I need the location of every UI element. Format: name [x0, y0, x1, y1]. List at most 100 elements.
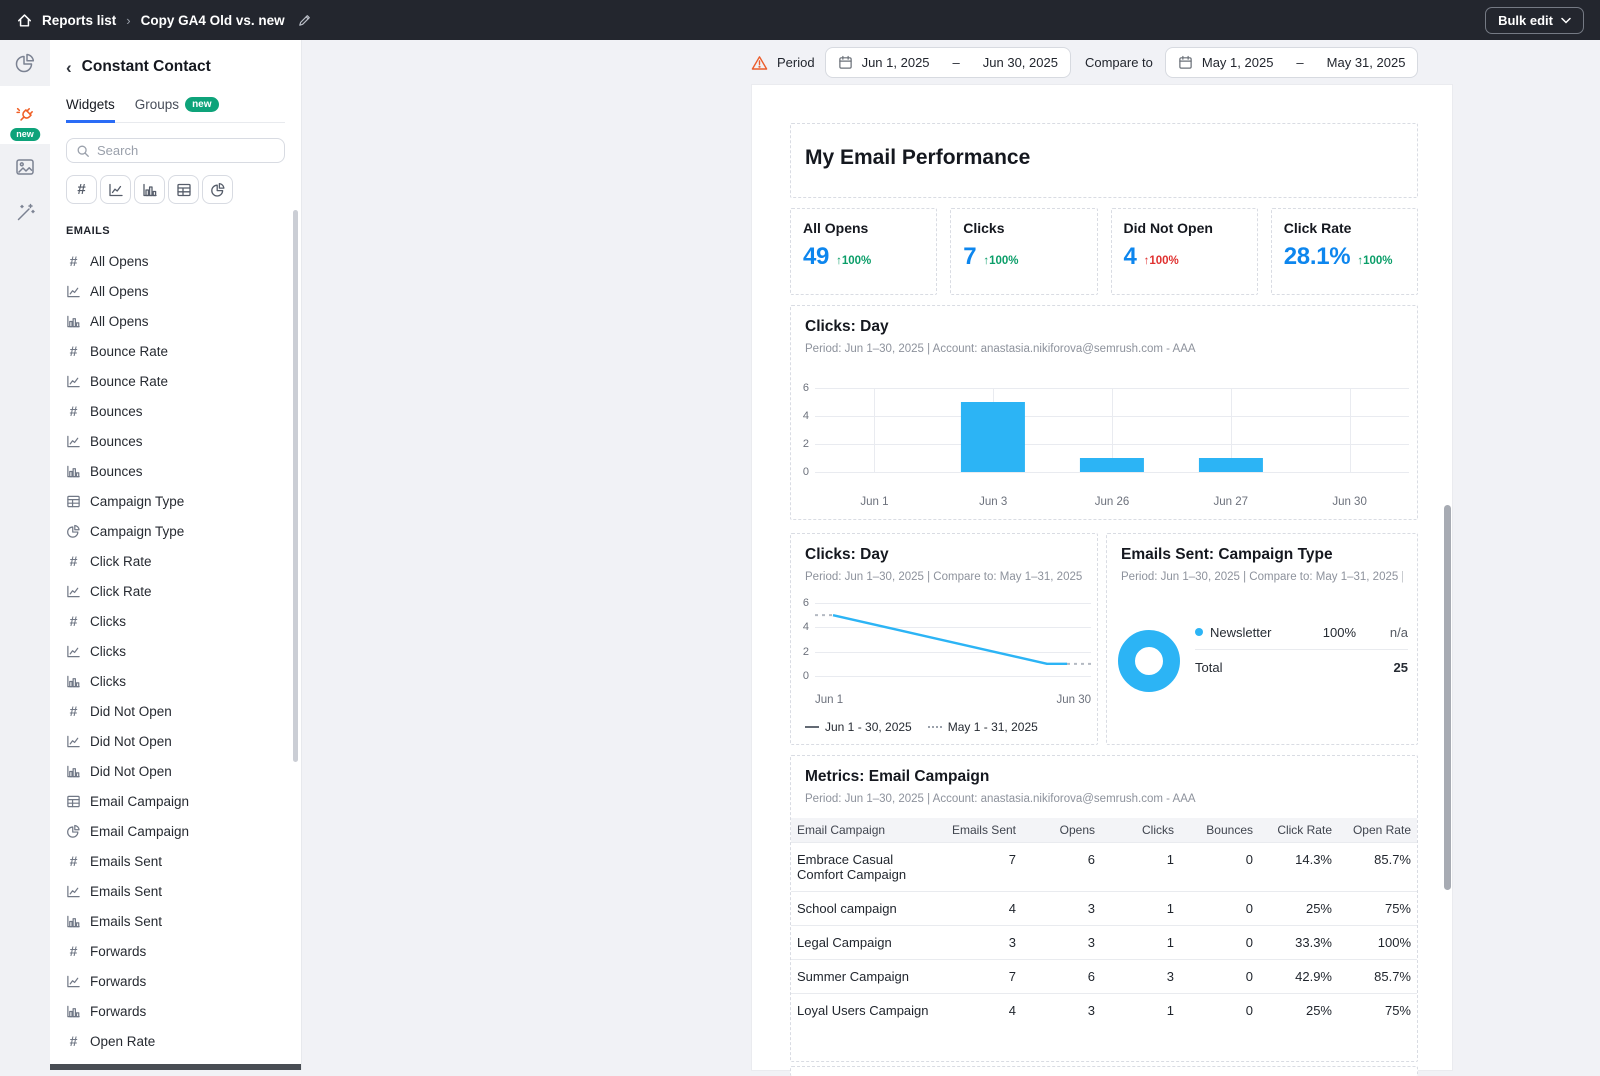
widget-item-label: Did Not Open — [90, 734, 172, 749]
rail-item-integrations[interactable]: new — [0, 86, 50, 144]
panel-vertical-scrollbar[interactable] — [293, 210, 298, 762]
donut-ring — [1118, 630, 1180, 692]
table-chart-icon — [66, 794, 81, 809]
table-cell: 33.3% — [1259, 926, 1338, 960]
widget-item[interactable]: #Bounce Rate — [66, 336, 291, 366]
widget-item[interactable]: #Forwards — [66, 936, 291, 966]
widget-title: Emails Sent: Campaign Type — [1121, 546, 1403, 564]
bar-chart-widget[interactable]: Clicks: Day Period: Jun 1–30, 2025 | Acc… — [790, 305, 1418, 520]
filter-table-chart-button[interactable] — [168, 175, 199, 204]
table-column-header[interactable]: Emails Sent — [943, 818, 1022, 843]
scorecard-widget[interactable]: Clicks7↑100% — [950, 208, 1097, 295]
widget-type-filters: # — [66, 175, 285, 204]
widget-item[interactable]: Email Campaign — [66, 816, 291, 846]
widget-item[interactable]: Campaign Type — [66, 516, 291, 546]
pie-chart-icon — [14, 52, 36, 74]
line-chart-widget[interactable]: Clicks: Day Period: Jun 1–30, 2025 | Com… — [790, 533, 1098, 745]
legend-item: Jun 1 - 30, 2025 — [805, 720, 912, 734]
widget-item[interactable]: #Did Not Open — [66, 696, 291, 726]
widget-item[interactable]: Bounce Rate — [66, 366, 291, 396]
calendar-icon — [1178, 55, 1193, 70]
widget-item[interactable]: Emails Sent — [66, 906, 291, 936]
rail-item-images[interactable] — [0, 144, 50, 190]
widget-item[interactable]: #Emails Sent — [66, 846, 291, 876]
canvas-vertical-scrollbar[interactable] — [1444, 505, 1451, 890]
widget-item[interactable]: #Open Rate — [66, 1026, 291, 1056]
tab-groups[interactable]: Groups new — [135, 88, 219, 123]
table-column-header[interactable]: Opens — [1022, 818, 1101, 843]
widget-item[interactable]: Clicks — [66, 666, 291, 696]
gridline — [815, 472, 1409, 473]
table-column-header[interactable]: Email Campaign — [791, 818, 943, 843]
widget-item-label: Open Rate — [90, 1034, 155, 1049]
scorecard-widget[interactable]: Did Not Open4↑100% — [1111, 208, 1258, 295]
period-from: Jun 1, 2025 — [862, 55, 930, 70]
filter-number-chart-button[interactable]: # — [66, 175, 97, 204]
report-title: My Email Performance — [805, 146, 1403, 170]
breadcrumb-reports-list[interactable]: Reports list — [42, 13, 116, 28]
widget-item[interactable]: #Click Rate — [66, 546, 291, 576]
search-input[interactable] — [97, 143, 275, 158]
widget-item[interactable]: Click Rate — [66, 576, 291, 606]
widget-item[interactable]: Did Not Open — [66, 756, 291, 786]
scorecard-widget[interactable]: All Opens49↑100% — [790, 208, 937, 295]
report-title-widget[interactable]: My Email Performance — [790, 123, 1418, 198]
table-cell: Embrace Casual Comfort Campaign — [791, 843, 943, 892]
scorecard-value: 4 — [1124, 243, 1137, 271]
compare-date-range[interactable]: May 1, 2025 – May 31, 2025 — [1165, 47, 1419, 78]
widget-item[interactable]: Forwards — [66, 966, 291, 996]
period-label: Period — [777, 55, 815, 70]
table-column-header[interactable]: Open Rate — [1338, 818, 1417, 843]
rail-item-widgets[interactable] — [0, 40, 50, 86]
table-column-header[interactable]: Clicks — [1101, 818, 1180, 843]
line-chart-icon — [66, 284, 81, 299]
home-icon[interactable] — [16, 12, 33, 29]
scorecard-label: Click Rate — [1284, 220, 1405, 236]
line-chart-plot: 0246 — [815, 603, 1091, 676]
widget-item[interactable]: All Opens — [66, 306, 291, 336]
widget-item[interactable]: #All Opens — [66, 246, 291, 276]
widget-item[interactable]: Bounces — [66, 456, 291, 486]
table-column-header[interactable]: Click Rate — [1259, 818, 1338, 843]
widget-item[interactable]: All Opens — [66, 276, 291, 306]
number-chart-icon: # — [66, 404, 81, 419]
table-cell: 0 — [1180, 926, 1259, 960]
widget-item-label: Bounce Rate — [90, 344, 168, 359]
rail-item-ai-tools[interactable] — [0, 190, 50, 236]
edit-title-icon[interactable] — [297, 13, 312, 28]
widget-item[interactable]: Clicks — [66, 636, 291, 666]
filter-line-chart-button[interactable] — [100, 175, 131, 204]
widget-item[interactable]: #Bounces — [66, 396, 291, 426]
widget-item[interactable]: Emails Sent — [66, 876, 291, 906]
widget-item[interactable]: #Clicks — [66, 606, 291, 636]
pie-chart-icon — [66, 824, 81, 839]
widget-item[interactable]: Forwards — [66, 996, 291, 1026]
scorecard-delta: ↑100% — [1357, 255, 1392, 267]
widget-search[interactable] — [66, 138, 285, 163]
tab-groups-label: Groups — [135, 97, 179, 112]
scorecard-widget[interactable]: Click Rate 28.1% ↑100% — [1271, 208, 1418, 295]
filter-bar-chart-button[interactable] — [134, 175, 165, 204]
legend-slice-pct: 100% — [1294, 625, 1356, 640]
number-chart-icon: # — [66, 704, 81, 719]
period-date-range[interactable]: Jun 1, 2025 – Jun 30, 2025 — [825, 47, 1071, 78]
bar-chart-plot: 0246 — [815, 388, 1409, 472]
tab-widgets[interactable]: Widgets — [66, 88, 115, 123]
next-widget-partial[interactable] — [790, 1066, 1418, 1076]
widget-item[interactable]: Campaign Type — [66, 486, 291, 516]
number-chart-icon: # — [66, 554, 81, 569]
widget-item[interactable]: Email Campaign — [66, 786, 291, 816]
back-icon[interactable]: ‹ — [66, 59, 72, 76]
widget-item[interactable]: Bounces — [66, 426, 291, 456]
bulk-edit-button[interactable]: Bulk edit — [1485, 7, 1584, 34]
donut-chart-widget[interactable]: Emails Sent: Campaign Type Period: Jun 1… — [1106, 533, 1418, 745]
number-chart-icon: # — [66, 614, 81, 629]
panel-horizontal-scrollbar[interactable] — [50, 1064, 301, 1070]
table-column-header[interactable]: Bounces — [1180, 818, 1259, 843]
table-widget[interactable]: Metrics: Email Campaign Period: Jun 1–30… — [790, 755, 1418, 1062]
scorecard-value: 28.1% — [1284, 243, 1351, 271]
filter-pie-chart-button[interactable] — [202, 175, 233, 204]
table-cell: 75% — [1338, 892, 1417, 926]
widget-item[interactable]: Did Not Open — [66, 726, 291, 756]
widget-item-label: All Opens — [90, 314, 149, 329]
